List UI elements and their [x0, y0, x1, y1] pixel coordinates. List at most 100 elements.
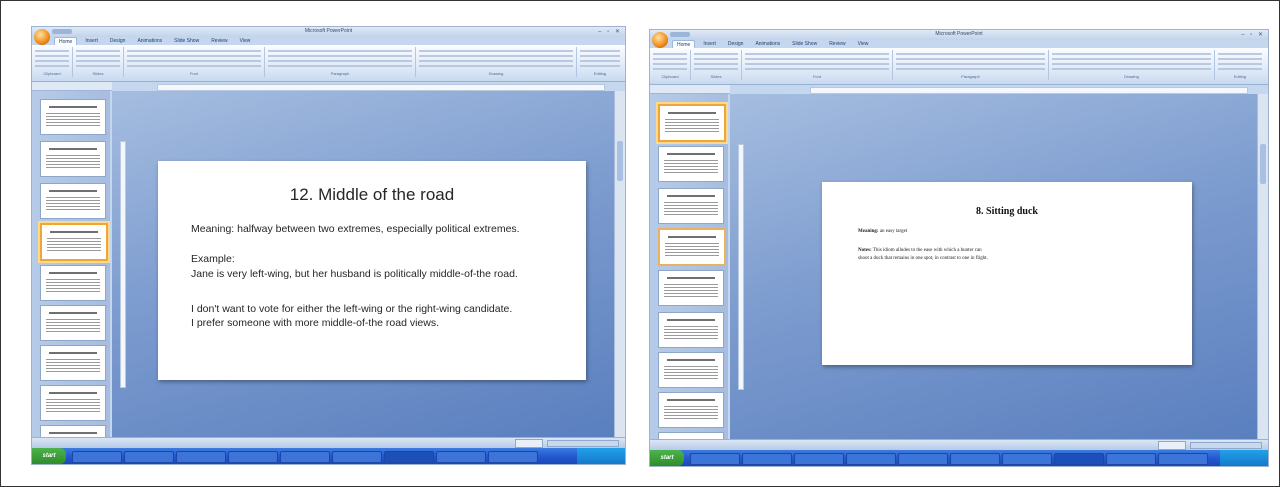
tab-view[interactable]: View — [854, 40, 873, 48]
slide-thumbnail[interactable] — [40, 345, 106, 381]
ribbon-group-paragraph[interactable]: Paragraph — [893, 50, 1049, 80]
slide-editor: 8. Sitting duck Meaning: an easy target … — [730, 94, 1258, 440]
taskbar-button[interactable] — [124, 451, 174, 463]
system-tray[interactable] — [577, 448, 625, 464]
zoom-slider[interactable] — [547, 440, 619, 447]
taskbar-button[interactable] — [950, 453, 1000, 465]
office-button-icon[interactable] — [652, 32, 668, 48]
tab-insert[interactable]: Insert — [81, 37, 102, 45]
quick-access-toolbar[interactable] — [670, 32, 690, 37]
taskbar-button[interactable] — [72, 451, 122, 463]
taskbar-button[interactable] — [228, 451, 278, 463]
taskbar-button[interactable] — [794, 453, 844, 465]
taskbar-button[interactable] — [742, 453, 792, 465]
taskbar-button-active[interactable] — [384, 451, 434, 463]
tab-design[interactable]: Design — [724, 40, 748, 48]
ribbon-group-drawing[interactable]: Drawing — [1049, 50, 1215, 80]
current-slide[interactable]: 8. Sitting duck Meaning: an easy target … — [822, 182, 1192, 365]
ribbon-group-drawing[interactable]: Drawing — [416, 47, 577, 77]
tab-slide-show[interactable]: Slide Show — [170, 37, 203, 45]
slide-thumbnail-selected[interactable] — [40, 223, 108, 261]
title-bar: Microsoft PowerPoint ‒ ▫ ✕ — [650, 30, 1268, 40]
taskbar-button[interactable] — [690, 453, 740, 465]
slide-example-2-line2: I prefer someone with more middle-of-the… — [191, 317, 440, 329]
powerpoint-window-left: Microsoft PowerPoint ‒ ▫ ✕ Home Insert D… — [32, 27, 625, 464]
ribbon-group-font[interactable]: Font — [742, 50, 893, 80]
taskbar-button[interactable] — [1106, 453, 1156, 465]
ribbon-group-clipboard[interactable]: Clipboard — [650, 50, 691, 80]
slide-thumbnail[interactable] — [658, 352, 724, 388]
tab-view[interactable]: View — [236, 37, 255, 45]
office-button-icon[interactable] — [34, 29, 50, 45]
slide-thumbnail[interactable] — [40, 183, 106, 219]
slide-thumbnail[interactable] — [40, 265, 106, 301]
vertical-scrollbar[interactable] — [614, 91, 625, 438]
slide-thumbnail[interactable] — [658, 228, 726, 266]
taskbar-button[interactable] — [488, 451, 538, 463]
taskbar-button[interactable] — [846, 453, 896, 465]
tab-animations[interactable]: Animations — [751, 40, 784, 48]
slide-thumbnail-pane — [32, 91, 110, 438]
start-button[interactable]: start — [32, 448, 66, 464]
slide-thumbnail[interactable] — [40, 99, 106, 135]
slide-thumbnail[interactable] — [40, 305, 106, 341]
slide-thumbnail[interactable] — [658, 146, 724, 182]
meaning-label: Meaning: — [858, 229, 879, 234]
tab-insert[interactable]: Insert — [699, 40, 720, 48]
ribbon-group-font[interactable]: Font — [124, 47, 265, 77]
taskbar-button[interactable] — [332, 451, 382, 463]
vertical-ruler — [120, 141, 126, 388]
zoom-slider[interactable] — [1190, 442, 1262, 449]
slide-thumbnail[interactable] — [658, 270, 724, 306]
tab-slide-show[interactable]: Slide Show — [788, 40, 821, 48]
slide-thumbnail[interactable] — [658, 312, 724, 348]
horizontal-ruler — [810, 87, 1248, 94]
taskbar-button-active[interactable] — [1054, 453, 1104, 465]
slide-thumbnail[interactable] — [40, 385, 106, 421]
current-slide[interactable]: 12. Middle of the road Meaning: halfway … — [158, 161, 586, 380]
system-tray[interactable] — [1220, 450, 1268, 466]
vertical-ruler — [738, 144, 744, 390]
status-bar — [32, 437, 625, 448]
notes-line1: This idiom alludes to the ease with whic… — [872, 248, 982, 253]
ribbon-group-paragraph[interactable]: Paragraph — [265, 47, 416, 77]
slide-example-2-line1: I don't want to vote for either the left… — [191, 303, 513, 315]
taskbar-button[interactable] — [898, 453, 948, 465]
ribbon-group-clipboard[interactable]: Clipboard — [32, 47, 73, 77]
horizontal-ruler — [157, 84, 605, 91]
vertical-scrollbar[interactable] — [1257, 94, 1268, 440]
status-bar — [650, 439, 1268, 450]
windows-taskbar: start — [32, 448, 625, 464]
taskbar-button[interactable] — [436, 451, 486, 463]
slide-notes-line2: shoot a duck that remains in one spot, i… — [858, 256, 988, 261]
ribbon: Clipboard Slides Font Paragraph Drawing … — [32, 45, 625, 82]
taskbar-button[interactable] — [176, 451, 226, 463]
window-controls[interactable]: ‒ ▫ ✕ — [1241, 31, 1265, 38]
ribbon-group-slides[interactable]: Slides — [691, 50, 742, 80]
tab-review[interactable]: Review — [825, 40, 849, 48]
view-buttons[interactable] — [1158, 441, 1186, 450]
taskbar-button[interactable] — [280, 451, 330, 463]
tab-animations[interactable]: Animations — [133, 37, 166, 45]
slide-thumbnail-selected[interactable] — [658, 104, 726, 142]
tab-review[interactable]: Review — [207, 37, 231, 45]
pane-tabs: Slides Outline — [650, 85, 730, 99]
slide-thumbnail[interactable] — [40, 141, 106, 177]
view-buttons[interactable] — [515, 439, 543, 448]
meaning-text: an easy target — [879, 229, 908, 234]
pane-tabs: Slides Outline — [32, 82, 112, 96]
start-button[interactable]: start — [650, 450, 684, 466]
slide-editor: 12. Middle of the road Meaning: halfway … — [112, 91, 615, 438]
tab-design[interactable]: Design — [106, 37, 130, 45]
window-controls[interactable]: ‒ ▫ ✕ — [598, 28, 622, 35]
ribbon-group-slides[interactable]: Slides — [73, 47, 124, 77]
ribbon-group-editing[interactable]: Editing — [577, 47, 623, 77]
quick-access-toolbar[interactable] — [52, 29, 72, 34]
slide-thumbnail[interactable] — [658, 392, 724, 428]
title-bar: Microsoft PowerPoint ‒ ▫ ✕ — [32, 27, 625, 37]
slide-meaning: Meaning: an easy target — [858, 229, 1168, 234]
taskbar-button[interactable] — [1158, 453, 1208, 465]
ribbon-group-editing[interactable]: Editing — [1215, 50, 1265, 80]
slide-thumbnail[interactable] — [658, 188, 724, 224]
taskbar-button[interactable] — [1002, 453, 1052, 465]
